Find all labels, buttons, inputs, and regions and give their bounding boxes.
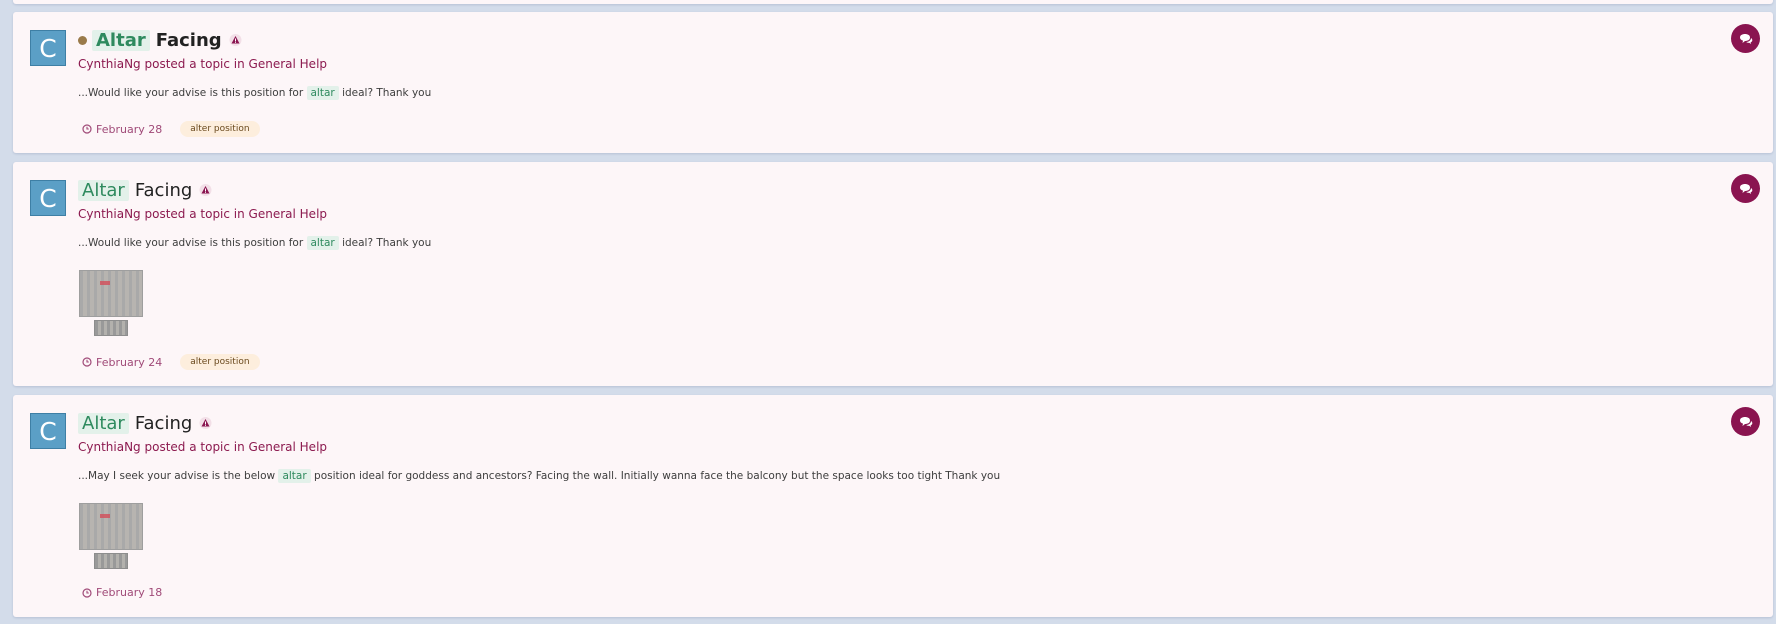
title-text[interactable]: Facing [135, 180, 192, 201]
result-snippet: ...Would like your advise is this positi… [78, 236, 432, 250]
title-keyword-highlight[interactable]: Altar [92, 29, 150, 51]
result-title[interactable]: Altar Facing [78, 28, 242, 52]
previous-result-card-edge [13, 0, 1773, 4]
warning-triangle-icon [199, 417, 212, 430]
floorplan-image [79, 270, 143, 317]
result-snippet: ...Would like your advise is this positi… [78, 86, 432, 100]
tag-badge[interactable]: alter position [180, 354, 260, 370]
result-meta: February 28 alter position [82, 121, 260, 137]
title-keyword-highlight[interactable]: Altar [78, 179, 129, 201]
result-meta: February 24 alter position [82, 354, 260, 370]
clock-icon [82, 124, 92, 134]
warning-triangle-icon [229, 34, 242, 47]
result-date[interactable]: February 28 [82, 123, 162, 136]
unread-indicator-dot [78, 35, 87, 45]
result-byline[interactable]: CynthiaNg posted a topic in General Help [78, 207, 327, 221]
search-result-card: C Altar Facing CynthiaNg posted a topic i… [13, 395, 1773, 617]
result-date[interactable]: February 24 [82, 356, 162, 369]
floorplan-image [79, 503, 143, 550]
tag-badge[interactable]: alter position [180, 121, 260, 137]
result-snippet: ...May I seek your advise is the below a… [78, 469, 1001, 483]
snippet-keyword-highlight: altar [306, 86, 339, 100]
result-date[interactable]: February 18 [82, 586, 162, 599]
title-text[interactable]: Facing [156, 30, 222, 51]
clock-icon [82, 587, 92, 598]
warning-triangle-icon [199, 184, 212, 197]
snippet-keyword-highlight: altar [306, 236, 339, 250]
result-title[interactable]: Altar Facing [78, 178, 212, 202]
clock-icon [82, 357, 92, 367]
comments-icon[interactable] [1731, 407, 1760, 436]
avatar[interactable]: C [30, 180, 66, 216]
search-result-card: C Altar Facing CynthiaNg posted a topic i… [13, 12, 1773, 153]
attachment-thumbnail[interactable] [79, 270, 143, 336]
search-result-card: C Altar Facing CynthiaNg posted a topic i… [13, 162, 1773, 386]
title-text[interactable]: Facing [135, 413, 192, 434]
result-byline[interactable]: CynthiaNg posted a topic in General Help [78, 57, 327, 71]
result-meta: February 18 [82, 586, 162, 599]
floorplan-image-secondary [94, 553, 128, 569]
comments-icon[interactable] [1731, 24, 1760, 53]
avatar[interactable]: C [30, 413, 66, 449]
result-title[interactable]: Altar Facing [78, 411, 212, 435]
comments-icon[interactable] [1731, 174, 1760, 203]
floorplan-image-secondary [94, 320, 128, 336]
snippet-keyword-highlight: altar [278, 469, 311, 483]
title-keyword-highlight[interactable]: Altar [78, 412, 129, 434]
avatar[interactable]: C [30, 30, 66, 66]
attachment-thumbnail[interactable] [79, 503, 143, 569]
result-byline[interactable]: CynthiaNg posted a topic in General Help [78, 440, 327, 454]
